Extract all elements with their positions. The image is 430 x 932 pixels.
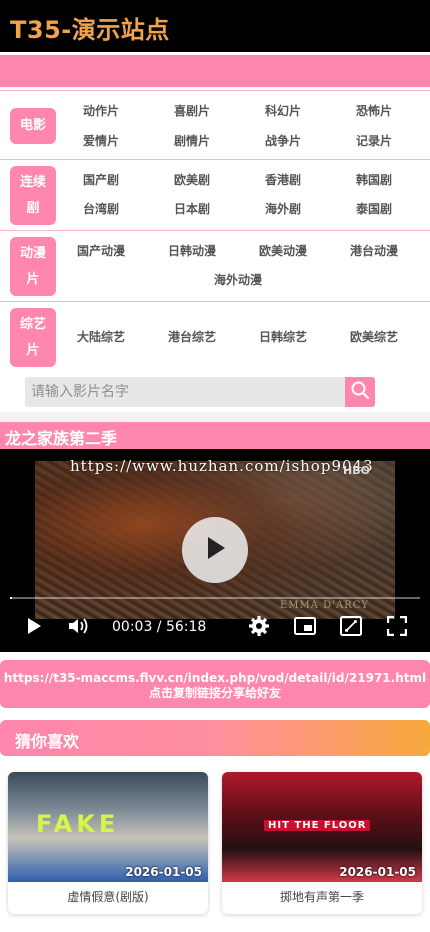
share-url[interactable]: https://t35-maccms.flvv.cn/index.php/vod… [0, 671, 430, 685]
category-item[interactable]: 欧美综艺 [350, 328, 398, 345]
video-player[interactable]: https://www.huzhan.com/ishop9043 HBO EMM… [0, 449, 430, 652]
category-item[interactable]: 战争片 [265, 132, 301, 149]
nav-bar [0, 55, 430, 87]
poster-logo: FAKE [36, 810, 120, 838]
volume-icon [68, 617, 90, 639]
fullscreen-button[interactable] [385, 615, 409, 641]
picture-in-picture-icon [294, 617, 316, 639]
share-tip: 点击复制链接分享给好友 [148, 686, 281, 700]
expand-box-icon [340, 616, 362, 640]
category-panel: 电影 动作片 喜剧片 科幻片 恐怖片 爱情片 剧情片 战争片 记录片 连续剧 国… [0, 90, 430, 410]
category-item[interactable]: 韩国剧 [356, 171, 392, 188]
category-row-anime: 动漫片 国产动漫 日韩动漫 欧美动漫 港台动漫 海外动漫 [0, 231, 430, 302]
category-row-series: 连续剧 国产剧 欧美剧 香港剧 韩国剧 台湾剧 日本剧 海外剧 泰国剧 [0, 160, 430, 231]
category-item[interactable]: 港台综艺 [168, 328, 216, 345]
category-item[interactable]: 动作片 [83, 102, 119, 119]
time-display: 00:03 / 56:18 [112, 619, 207, 635]
section-divider [0, 412, 430, 422]
category-item[interactable]: 海外剧 [265, 200, 301, 217]
search-bar [0, 372, 430, 412]
recommend-title: 猜你喜欢 [15, 732, 80, 751]
category-item[interactable]: 剧情片 [174, 132, 210, 149]
search-icon [350, 380, 370, 404]
play-icon [25, 617, 43, 639]
category-label-variety[interactable]: 综艺片 [10, 308, 56, 367]
share-link-box[interactable]: https://t35-maccms.flvv.cn/index.php/vod… [0, 660, 430, 708]
theater-mode-button[interactable] [339, 615, 363, 641]
play-button[interactable] [182, 517, 248, 583]
recommend-card[interactable]: FAKE 2026-01-05 虚情假意(剧版) [8, 772, 208, 914]
card-title[interactable]: 掷地有声第一季 [222, 888, 422, 905]
category-item[interactable]: 海外动漫 [214, 271, 262, 288]
category-item[interactable]: 日本剧 [174, 200, 210, 217]
card-title[interactable]: 虚情假意(剧版) [8, 888, 208, 905]
video-title-bar: 龙之家族第二季 [0, 422, 430, 449]
update-date: 2026-01-05 [339, 865, 416, 879]
progress-bar[interactable] [10, 597, 420, 599]
poster-logo: HIT THE FLOOR [264, 820, 371, 831]
category-item[interactable]: 大陆综艺 [77, 328, 125, 345]
category-item[interactable]: 日韩综艺 [259, 328, 307, 345]
site-header: T35-演示站点 [0, 0, 430, 52]
category-item[interactable]: 泰国剧 [356, 200, 392, 217]
recommend-header: 猜你喜欢 [0, 720, 430, 756]
update-date: 2026-01-05 [125, 865, 202, 879]
category-label-anime[interactable]: 动漫片 [10, 237, 56, 296]
play-icon [203, 535, 227, 565]
gear-icon [248, 615, 270, 641]
settings-button[interactable] [247, 615, 271, 641]
category-row-movie: 电影 动作片 喜剧片 科幻片 恐怖片 爱情片 剧情片 战争片 记录片 [0, 90, 430, 160]
category-row-variety: 综艺片 大陆综艺 港台综艺 日韩综艺 欧美综艺 [0, 302, 430, 373]
channel-badge: HBO [343, 464, 370, 477]
category-item[interactable]: 欧美剧 [174, 171, 210, 188]
video-title: 龙之家族第二季 [5, 429, 118, 448]
category-item[interactable]: 喜剧片 [174, 102, 210, 119]
category-item[interactable]: 国产动漫 [77, 242, 125, 259]
category-item[interactable]: 欧美动漫 [259, 242, 307, 259]
recommend-card[interactable]: HIT THE FLOOR 2026-01-05 掷地有声第一季 [222, 772, 422, 914]
category-item[interactable]: 香港剧 [265, 171, 301, 188]
search-button[interactable] [345, 377, 375, 407]
watermark-text: https://www.huzhan.com/ishop9043 [70, 457, 374, 475]
fullscreen-icon [386, 615, 408, 640]
category-item[interactable]: 台湾剧 [83, 200, 119, 217]
category-item[interactable]: 爱情片 [83, 132, 119, 149]
category-item[interactable]: 国产剧 [83, 171, 119, 188]
category-item[interactable]: 记录片 [356, 132, 392, 149]
site-title[interactable]: T35-演示站点 [10, 10, 170, 45]
play-control-button[interactable] [22, 615, 46, 641]
category-label-series[interactable]: 连续剧 [10, 166, 56, 225]
category-label-movie[interactable]: 电影 [10, 108, 56, 144]
category-item[interactable]: 港台动漫 [350, 242, 398, 259]
player-controls: 00:03 / 56:18 [0, 615, 430, 641]
pip-button[interactable] [293, 615, 317, 641]
category-item[interactable]: 恐怖片 [356, 102, 392, 119]
progress-fill [10, 597, 13, 599]
search-input[interactable] [25, 377, 347, 407]
category-item[interactable]: 科幻片 [265, 102, 301, 119]
category-item[interactable]: 日韩动漫 [168, 242, 216, 259]
video-credit: EMMA D'ARCY [280, 600, 369, 611]
volume-button[interactable] [67, 615, 91, 641]
